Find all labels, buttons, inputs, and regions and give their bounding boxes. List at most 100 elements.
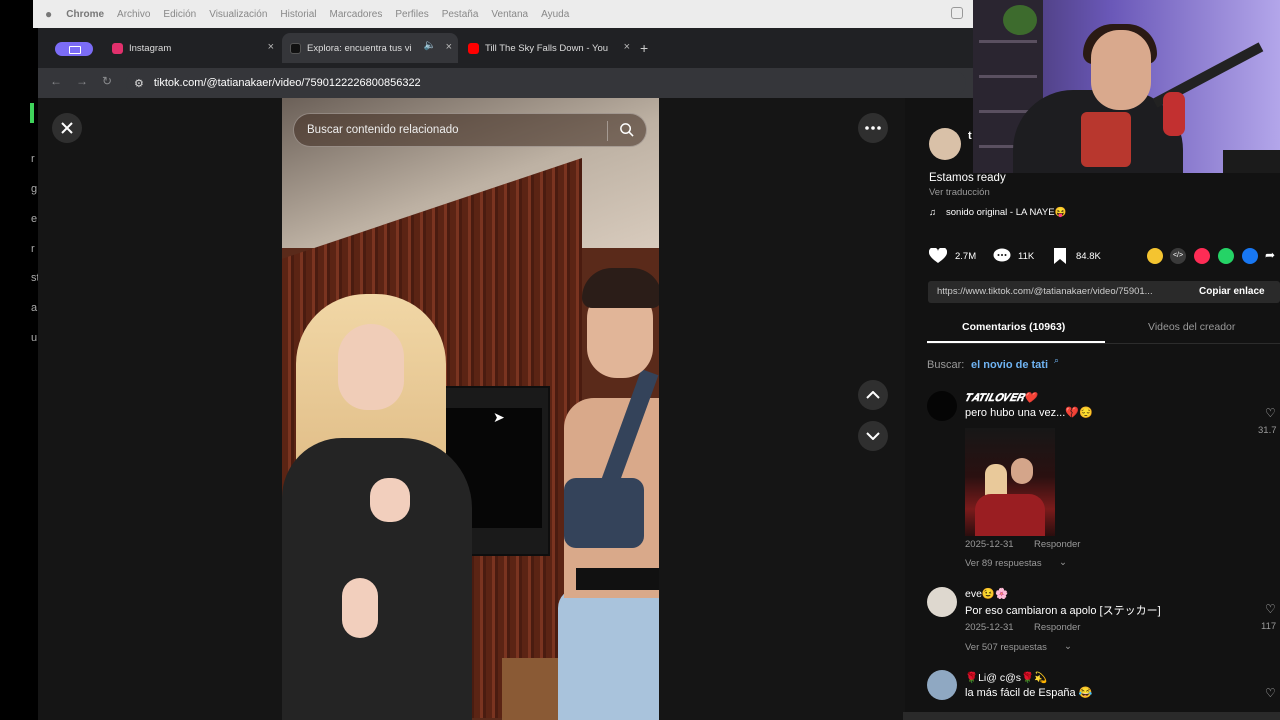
tab-youtube[interactable]: Till The Sky Falls Down - You × (460, 33, 636, 63)
search-suggestion-icon[interactable]: ⌕ (1054, 355, 1059, 366)
video-man-sling (564, 478, 644, 548)
menu-item-ayuda[interactable]: Ayuda (541, 9, 569, 20)
chevron-down-icon[interactable]: ⌄ (1064, 641, 1072, 652)
macos-menubar: ● Chrome Archivo Edición Visualización H… (33, 0, 973, 28)
horizontal-scrollbar[interactable] (903, 712, 1280, 720)
status-icon[interactable] (951, 7, 963, 19)
new-tab-button[interactable]: + (640, 40, 648, 56)
video-man-pants (558, 588, 659, 720)
sound-link[interactable]: sonido original - LA NAYE😝 (946, 207, 1066, 218)
tab-label: Instagram (129, 42, 172, 54)
comment-date: 2025-12-31 (965, 539, 1014, 550)
previous-video-button[interactable] (858, 380, 888, 410)
commenter-avatar[interactable] (927, 670, 957, 700)
menu-item-archivo[interactable]: Archivo (117, 9, 150, 20)
commenter-avatar[interactable] (927, 587, 957, 617)
comment-image[interactable] (965, 428, 1055, 536)
heart-icon[interactable] (929, 248, 947, 264)
tab-comments[interactable]: Comentarios (10963) (962, 321, 1065, 333)
player-backdrop-left (38, 98, 282, 720)
search-icon[interactable] (619, 122, 634, 137)
chevron-down-icon[interactable]: ⌄ (1059, 557, 1067, 568)
chevron-down-icon (866, 432, 880, 440)
view-replies-button[interactable]: Ver 89 respuestas (965, 558, 1042, 569)
audio-icon[interactable]: 🔈 (424, 40, 436, 51)
omnibox[interactable]: ⚙ tiktok.com/@tatianakaer/video/75901222… (126, 71, 966, 95)
comment-like-count: 31.7 (1258, 425, 1277, 436)
translate-link[interactable]: Ver traducción (929, 187, 990, 198)
address-toolbar: ← → ↻ ⚙ tiktok.com/@tatianakaer/video/75… (38, 68, 973, 98)
webcam-shirt-print (1081, 112, 1131, 167)
more-horizontal-icon (865, 126, 881, 130)
menu-item-perfiles[interactable]: Perfiles (395, 9, 428, 20)
desktop-char: g (31, 183, 38, 195)
comment-like-icon[interactable]: ♡ (1265, 406, 1276, 420)
back-button[interactable]: ← (50, 74, 62, 88)
copy-link-button[interactable]: Copiar enlace (1199, 286, 1265, 297)
menu-app-name[interactable]: Chrome (66, 9, 104, 20)
bookmark-icon[interactable] (1053, 248, 1067, 264)
more-options-button[interactable] (858, 113, 888, 143)
author-avatar[interactable] (929, 128, 961, 160)
menu-item-ventana[interactable]: Ventana (491, 9, 528, 20)
menu-item-pestana[interactable]: Pestaña (442, 9, 479, 20)
video-man-hair (582, 268, 659, 308)
comment-username[interactable]: 🌹Li@ c@s🌹💫 (965, 671, 1047, 684)
desktop-char: a (31, 302, 38, 314)
forward-button[interactable]: → (76, 74, 88, 88)
url-text[interactable]: tiktok.com/@tatianakaer/video/7590122226… (154, 77, 421, 89)
repost-icon[interactable] (1194, 248, 1210, 264)
comment-username[interactable]: eve😉🌸 (965, 587, 1008, 600)
comment-icon[interactable] (993, 248, 1011, 264)
comment-like-icon[interactable]: ♡ (1265, 602, 1276, 616)
webcam-monitor (1223, 150, 1280, 173)
tab-close-icon[interactable]: × (268, 41, 274, 53)
comment-like-icon[interactable]: ♡ (1265, 686, 1276, 700)
video-player[interactable]: ➤ (282, 98, 659, 720)
reply-button[interactable]: Responder (1034, 622, 1080, 633)
coin-share-icon[interactable] (1147, 248, 1163, 264)
reply-button[interactable]: Responder (1034, 539, 1080, 550)
search-suggestion-link[interactable]: el novio de tati (971, 359, 1048, 371)
chevron-up-icon (866, 391, 880, 399)
site-settings-icon[interactable]: ⚙ (134, 77, 144, 90)
next-video-button[interactable] (858, 421, 888, 451)
tab-group-icon[interactable] (55, 42, 93, 56)
menu-item-historial[interactable]: Historial (280, 9, 316, 20)
desktop-char: r (31, 243, 35, 255)
tab-strip: Instagram × Explora: encuentra tus vi 🔈 … (38, 28, 973, 68)
share-arrow-icon[interactable]: ➦ (1265, 248, 1275, 262)
tab-label: Explora: encuentra tus vi (307, 42, 412, 54)
close-button[interactable] (52, 113, 82, 143)
tab-tiktok[interactable]: Explora: encuentra tus vi 🔈 × (282, 33, 458, 63)
search-prefix: Buscar: (927, 359, 965, 371)
tab-close-icon[interactable]: × (446, 41, 452, 53)
reload-button[interactable]: ↻ (102, 74, 112, 88)
close-icon (61, 122, 73, 134)
tab-creator-videos[interactable]: Videos del creador (1148, 321, 1235, 333)
search-divider (607, 121, 608, 141)
view-replies-button[interactable]: Ver 507 respuestas (965, 642, 1047, 653)
related-search-placeholder: Buscar contenido relacionado (307, 124, 459, 136)
embed-icon[interactable]: </> (1170, 248, 1186, 264)
comment-date: 2025-12-31 (965, 622, 1014, 633)
facebook-icon[interactable] (1242, 248, 1258, 264)
instagram-icon (112, 42, 123, 54)
menu-item-marcadores[interactable]: Marcadores (330, 9, 383, 20)
tab-close-icon[interactable]: × (624, 41, 630, 53)
comment-text: Por eso cambiaron a apolo [ステッカー] (965, 605, 1161, 617)
post-caption: Estamos ready (929, 172, 1006, 184)
commenter-avatar[interactable] (927, 391, 957, 421)
apple-icon[interactable]: ● (45, 7, 52, 21)
divider (927, 343, 1280, 344)
menu-item-visualizacion[interactable]: Visualización (209, 9, 267, 20)
post-url[interactable]: https://www.tiktok.com/@tatianakaer/vide… (937, 286, 1153, 297)
comment-username[interactable]: 𝑻𝑨𝑻𝑰𝑳𝑶𝑽𝑬𝑹❤️ (965, 391, 1037, 405)
tab-instagram[interactable]: Instagram × (104, 33, 280, 63)
author-initial[interactable]: t (968, 130, 972, 142)
comment-count: 11K (1018, 251, 1035, 262)
whatsapp-icon[interactable] (1218, 248, 1234, 264)
menu-item-edicion[interactable]: Edición (163, 9, 196, 20)
comment-text: la más fácil de España 😂 (965, 687, 1093, 699)
related-search-input[interactable]: Buscar contenido relacionado (293, 113, 647, 147)
